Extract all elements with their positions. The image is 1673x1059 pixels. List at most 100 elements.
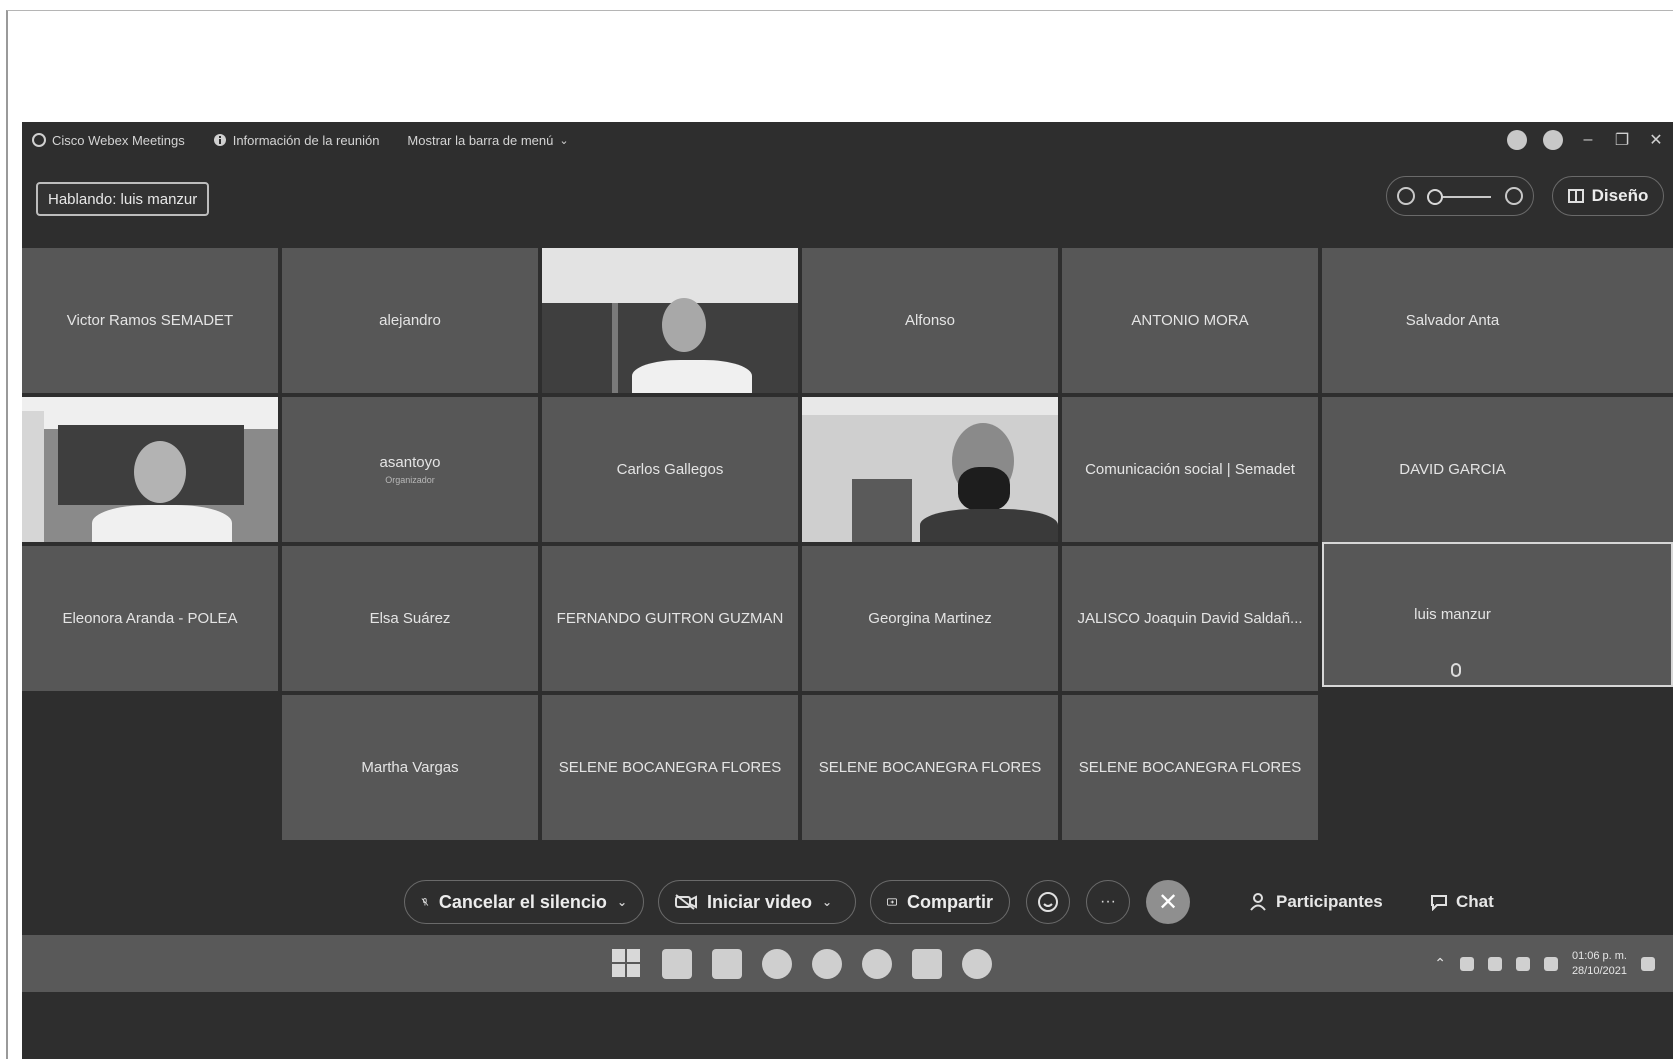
participant-name: luis manzur [1414, 606, 1491, 623]
participant-tile[interactable]: SELENE BOCANEGRA FLORES [802, 695, 1058, 840]
participant-tile[interactable]: Georgina Martinez [802, 546, 1058, 691]
emoji-icon [1038, 892, 1058, 912]
task-view-icon[interactable] [662, 949, 692, 979]
face-mask [958, 467, 1010, 511]
share-button[interactable]: Compartir [870, 880, 1010, 924]
start-video-button[interactable]: Iniciar video ⌄ [658, 880, 856, 924]
unmute-label: Cancelar el silencio [438, 891, 607, 912]
chevron-up-icon[interactable]: ⌃ [1434, 955, 1446, 972]
participant-name: SELENE BOCANEGRA FLORES [818, 759, 1042, 776]
participant-name: alejandro [379, 312, 441, 329]
zoom-control[interactable] [1386, 176, 1534, 216]
webex-logo-icon [32, 133, 46, 147]
restore-icon[interactable]: ❐ [1613, 130, 1631, 150]
participant-name: Georgina Martinez [868, 610, 992, 627]
file-explorer-icon[interactable] [712, 949, 742, 979]
participant-tile[interactable]: Carlos Gallegos [542, 397, 798, 542]
participant-tile[interactable]: ANTONIO MORA [1062, 248, 1318, 393]
participant-tile[interactable]: Salvador Anta [1322, 248, 1673, 393]
participant-tile-active-speaker[interactable]: luis manzur [1322, 542, 1673, 687]
app-name: Cisco Webex Meetings [52, 132, 185, 148]
participant-body [632, 360, 752, 393]
meeting-info-button[interactable]: Información de la reunión [213, 133, 379, 148]
title-bar: Cisco Webex Meetings Información de la r… [22, 122, 1673, 158]
windows-start-icon[interactable] [612, 949, 642, 979]
participant-grid: Victor Ramos SEMADET alejandro Alfonso A… [22, 248, 1673, 840]
participants-button[interactable]: Participantes [1250, 880, 1383, 924]
participant-tile[interactable]: SELENE BOCANEGRA FLORES [542, 695, 798, 840]
chevron-down-icon[interactable]: ⌄ [617, 895, 627, 909]
participant-tile[interactable]: alejandro [282, 248, 538, 393]
participant-name: Victor Ramos SEMADET [66, 312, 234, 329]
participant-role: Organizador [385, 475, 435, 485]
share-label: Compartir [906, 891, 993, 912]
end-meeting-button[interactable]: ✕ [1146, 880, 1190, 924]
chevron-down-icon[interactable]: ⌄ [822, 895, 832, 909]
zoom-out-icon[interactable] [1397, 187, 1415, 205]
participant-video-tile[interactable] [802, 397, 1058, 542]
app-window-icon[interactable] [912, 949, 942, 979]
participant-tile[interactable]: Eleonora Aranda - POLEA [22, 546, 278, 691]
participant-tile[interactable]: SELENE BOCANEGRA FLORES [1062, 695, 1318, 840]
close-icon[interactable]: ✕ [1647, 130, 1665, 150]
participant-name: FERNANDO GUITRON GUZMAN [556, 610, 784, 627]
layout-label: Diseño [1591, 186, 1649, 205]
participant-body [92, 505, 232, 542]
participants-label: Participantes [1276, 892, 1383, 911]
more-options-button[interactable]: ··· [1086, 880, 1130, 924]
participant-tile[interactable]: Comunicación social | Semadet [1062, 397, 1318, 542]
clock-date: 28/10/2021 [1571, 964, 1627, 977]
participant-name: SELENE BOCANEGRA FLORES [558, 759, 782, 776]
reactions-button[interactable] [1026, 880, 1070, 924]
close-icon: ✕ [1157, 888, 1179, 916]
info-icon [213, 134, 226, 146]
browser-icon[interactable] [762, 949, 792, 979]
participant-name: Eleonora Aranda - POLEA [62, 610, 238, 627]
chat-button[interactable]: Chat [1430, 880, 1494, 924]
person-icon [1250, 893, 1266, 911]
grid-layout-icon [1567, 189, 1584, 203]
app-title: Cisco Webex Meetings [32, 133, 185, 148]
video-background [542, 248, 798, 306]
volume-icon[interactable] [1515, 956, 1530, 971]
participant-tile[interactable]: Martha Vargas [282, 695, 538, 840]
meeting-controls: Cancelar el silencio ⌄ Iniciar video ⌄ C… [22, 868, 1673, 932]
start-video-label: Iniciar video [707, 891, 813, 912]
participant-name: Alfonso [904, 312, 956, 329]
zoom-slider-handle[interactable] [1427, 189, 1443, 205]
minimize-icon[interactable]: – [1579, 131, 1597, 149]
webex-icon[interactable] [962, 949, 992, 979]
zoom-in-icon[interactable] [1505, 187, 1523, 205]
notification-icon[interactable] [1641, 956, 1655, 971]
participant-tile[interactable]: asantoyo Organizador [282, 397, 538, 542]
participant-name: SELENE BOCANEGRA FLORES [1078, 759, 1302, 776]
whatsapp-icon[interactable] [862, 949, 892, 979]
chat-label: Chat [1456, 892, 1494, 911]
unmute-button[interactable]: Cancelar el silencio ⌄ [404, 880, 644, 924]
search-icon[interactable] [812, 949, 842, 979]
system-tray: ⌃ 01:06 p. m. 28/10/2021 [1434, 935, 1655, 992]
webex-window: Cisco Webex Meetings Información de la r… [22, 122, 1673, 1059]
participant-tile[interactable]: Elsa Suárez [282, 546, 538, 691]
video-background [612, 303, 618, 393]
muted-microphone-icon [421, 898, 429, 906]
show-menu-bar-button[interactable]: Mostrar la barra de menú ⌄ [407, 133, 568, 148]
participant-tile[interactable]: DAVID GARCIA [1322, 397, 1673, 542]
video-off-icon [675, 894, 697, 910]
system-clock[interactable]: 01:06 p. m. 28/10/2021 [1572, 949, 1627, 979]
user-avatar-icon[interactable] [1543, 130, 1563, 150]
participant-tile[interactable]: Victor Ramos SEMADET [22, 248, 278, 393]
status-icon[interactable] [1507, 130, 1527, 150]
layout-button[interactable]: Diseño [1552, 176, 1664, 216]
participant-tile[interactable]: JALISCO Joaquin David Saldañ... [1062, 546, 1318, 691]
share-screen-icon [887, 898, 897, 906]
participant-tile[interactable]: Alfonso [802, 248, 1058, 393]
participant-video-tile[interactable] [542, 248, 798, 393]
participant-head [662, 298, 706, 352]
participant-tile[interactable]: FERNANDO GUITRON GUZMAN [542, 546, 798, 691]
battery-icon[interactable] [1543, 956, 1558, 971]
wifi-icon[interactable] [1487, 956, 1502, 971]
chat-bubble-icon [1431, 895, 1447, 911]
participant-video-tile[interactable] [22, 397, 278, 542]
microphone-icon[interactable] [1459, 956, 1474, 971]
